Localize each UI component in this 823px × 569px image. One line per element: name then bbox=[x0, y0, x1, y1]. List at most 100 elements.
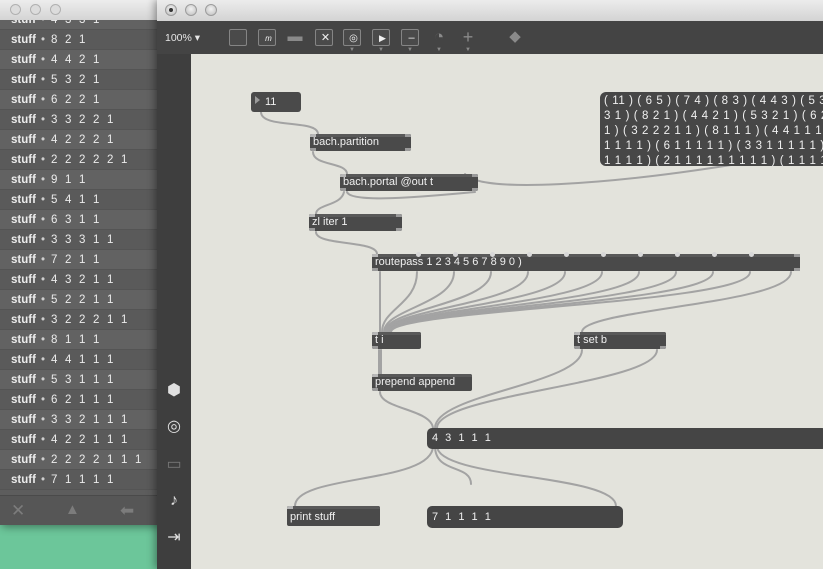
routepass-object[interactable]: routepass 1 2 3 4 5 6 7 8 9 0 ) bbox=[372, 252, 800, 271]
object-text: bach.portal @out t bbox=[343, 176, 434, 188]
console-message-text: 6 3 1 1 bbox=[51, 214, 102, 226]
screen-icon[interactable]: ▭ bbox=[164, 455, 184, 475]
step-icon[interactable]: ⇥ bbox=[164, 528, 184, 548]
console-message-row[interactable]: stuff • 7 2 1 1 bbox=[0, 250, 160, 270]
console-message-row[interactable]: stuff • 6 2 1 1 1 bbox=[0, 390, 160, 410]
chat-icon[interactable]: ▬ bbox=[286, 29, 304, 46]
console-titlebar[interactable] bbox=[0, 0, 160, 21]
object-text: print stuff bbox=[290, 511, 336, 523]
music-note-icon[interactable]: ♪ bbox=[164, 491, 184, 511]
trigger-int-object[interactable]: t i bbox=[372, 332, 421, 349]
small-message-box[interactable]: 7 1 1 1 1 bbox=[427, 506, 623, 528]
console-message-list[interactable]: stuff • 4 3 3 1 stuff • 8 2 1 stuff • 4 4 2 1 stu… bbox=[0, 20, 160, 495]
clear-icon[interactable]: ✕ bbox=[315, 29, 333, 46]
console-message-row[interactable]: stuff • 8 2 1 bbox=[0, 30, 160, 50]
minimize-window-button[interactable] bbox=[30, 4, 41, 15]
console-separator: • bbox=[41, 474, 46, 486]
console-message-text: 7 1 1 1 1 bbox=[51, 474, 116, 486]
zl-iter-object[interactable]: zl iter 1 bbox=[309, 214, 402, 231]
comment-icon[interactable]: m bbox=[258, 29, 276, 46]
console-message-text: 2 2 2 2 1 1 1 bbox=[51, 454, 144, 466]
chevron-down-icon[interactable]: ▼ bbox=[378, 47, 384, 53]
presentation-icon[interactable] bbox=[229, 29, 247, 46]
patcher-titlebar[interactable] bbox=[157, 0, 823, 22]
plus-icon[interactable]: + bbox=[459, 28, 477, 46]
chevron-down-icon[interactable]: ▼ bbox=[349, 47, 355, 53]
close-icon[interactable]: ✕ bbox=[11, 501, 25, 521]
console-object-name: stuff bbox=[11, 434, 36, 446]
package-icon[interactable]: ⬢ bbox=[164, 381, 184, 401]
console-separator: • bbox=[41, 354, 46, 366]
console-message-row[interactable]: stuff • 3 3 2 1 1 1 bbox=[0, 410, 160, 430]
console-message-text: 3 2 2 2 1 1 bbox=[51, 314, 130, 326]
minimize-window-button[interactable] bbox=[185, 4, 197, 16]
console-separator: • bbox=[41, 20, 46, 26]
object-text: zl iter 1 bbox=[312, 216, 348, 228]
console-message-row[interactable]: stuff • 4 4 2 1 bbox=[0, 50, 160, 70]
play-icon[interactable]: ▶ bbox=[372, 29, 390, 46]
console-message-row[interactable]: stuff • 7 1 1 1 1 bbox=[0, 470, 160, 490]
console-message-row[interactable]: stuff • 3 2 2 2 1 1 bbox=[0, 310, 160, 330]
close-window-button[interactable] bbox=[10, 4, 21, 15]
console-message-row[interactable]: stuff • 3 3 2 2 1 bbox=[0, 110, 160, 130]
slider-icon[interactable]: – bbox=[401, 29, 419, 46]
print-stuff-object[interactable]: print stuff bbox=[287, 506, 380, 526]
back-arrow-icon[interactable]: ⬅ bbox=[120, 501, 134, 521]
console-message-row[interactable]: stuff • 5 4 1 1 bbox=[0, 190, 160, 210]
prepend-append-object[interactable]: prepend append bbox=[372, 374, 472, 391]
console-message-row[interactable]: stuff • 6 3 1 1 bbox=[0, 210, 160, 230]
zoom-level[interactable]: 100% ▾ bbox=[165, 32, 200, 44]
dial-icon[interactable]: ◔ bbox=[430, 28, 448, 46]
console-message-row[interactable]: stuff • 4 3 2 1 1 bbox=[0, 270, 160, 290]
console-object-name: stuff bbox=[11, 274, 36, 286]
console-separator: • bbox=[41, 174, 46, 186]
console-object-name: stuff bbox=[11, 34, 36, 46]
console-message-row[interactable]: stuff • 5 3 2 1 bbox=[0, 70, 160, 90]
main-message-box[interactable]: 4 3 1 1 1 bbox=[427, 428, 823, 449]
number-box[interactable]: 11 bbox=[251, 92, 301, 112]
console-message-row[interactable]: stuff • 4 3 3 1 bbox=[0, 20, 160, 30]
patcher-toolbar: 100% ▾ m ▬ ✕ ◎ ▼ ▶ ▼ – ▼ ◔ ▼ + ▼ ◆ bbox=[157, 21, 823, 55]
console-message-text: 4 3 3 1 bbox=[51, 20, 102, 26]
console-footer: ✕ ▲ ⬅ bbox=[0, 495, 160, 525]
console-message-row[interactable]: stuff • 2 2 2 2 2 1 bbox=[0, 150, 160, 170]
bach-portal-object[interactable]: bach.portal @out t bbox=[340, 174, 478, 191]
chevron-down-icon[interactable]: ▼ bbox=[436, 47, 442, 53]
console-message-row[interactable]: stuff • 8 1 1 1 bbox=[0, 330, 160, 350]
object-icon[interactable]: ◎ bbox=[343, 29, 361, 46]
trigger-set-b-object[interactable]: t set b bbox=[574, 332, 666, 349]
partitions-textbox[interactable]: ( 11 ) ( 6 5 ) ( 7 4 ) ( 8 3 ) ( 4 4 3 )… bbox=[600, 92, 823, 166]
target-icon[interactable]: ◎ bbox=[164, 417, 184, 437]
bach-partition-object[interactable]: bach.partition bbox=[310, 134, 411, 151]
warning-icon[interactable]: ▲ bbox=[65, 501, 80, 518]
zoom-window-button[interactable] bbox=[205, 4, 217, 16]
console-object-name: stuff bbox=[11, 174, 36, 186]
console-object-name: stuff bbox=[11, 414, 36, 426]
textbox-line: 3 1 ) ( 8 2 1 ) ( 4 4 2 1 ) ( 5 3 2 1 ) … bbox=[604, 110, 823, 122]
console-message-row[interactable]: stuff • 4 4 1 1 1 bbox=[0, 350, 160, 370]
console-separator: • bbox=[41, 234, 46, 246]
console-message-text: 3 3 2 2 1 bbox=[51, 114, 116, 126]
console-message-row[interactable]: stuff • 5 2 2 1 1 bbox=[0, 290, 160, 310]
console-message-row[interactable]: stuff • 3 3 3 1 1 bbox=[0, 230, 160, 250]
chevron-down-icon[interactable]: ▼ bbox=[407, 47, 413, 53]
close-window-button[interactable] bbox=[165, 4, 177, 16]
left-sidebar: ⬢ ◎ ▭ ♪ ⇥ bbox=[157, 54, 191, 569]
paint-bucket-icon[interactable]: ◆ bbox=[506, 29, 524, 46]
console-message-text: 8 1 1 1 bbox=[51, 334, 102, 346]
console-object-name: stuff bbox=[11, 234, 36, 246]
console-message-text: 3 3 3 1 1 bbox=[51, 234, 116, 246]
console-message-row[interactable]: stuff • 6 2 2 1 bbox=[0, 90, 160, 110]
textbox-line: 1 1 1 1 ) ( 2 1 1 1 1 1 1 1 1 1 ) ( 1 1 … bbox=[604, 155, 823, 166]
patch-canvas[interactable]: 11 bach.partition bach.portal @out t zl … bbox=[191, 54, 823, 569]
console-separator: • bbox=[41, 274, 46, 286]
console-message-row[interactable]: stuff • 4 2 2 1 1 1 bbox=[0, 430, 160, 450]
console-separator: • bbox=[41, 394, 46, 406]
zoom-window-button[interactable] bbox=[50, 4, 61, 15]
console-separator: • bbox=[41, 74, 46, 86]
console-message-row[interactable]: stuff • 4 2 2 2 1 bbox=[0, 130, 160, 150]
chevron-down-icon[interactable]: ▼ bbox=[465, 47, 471, 53]
console-message-row[interactable]: stuff • 5 3 1 1 1 bbox=[0, 370, 160, 390]
console-message-row[interactable]: stuff • 9 1 1 bbox=[0, 170, 160, 190]
console-message-row[interactable]: stuff • 2 2 2 2 1 1 1 bbox=[0, 450, 160, 470]
